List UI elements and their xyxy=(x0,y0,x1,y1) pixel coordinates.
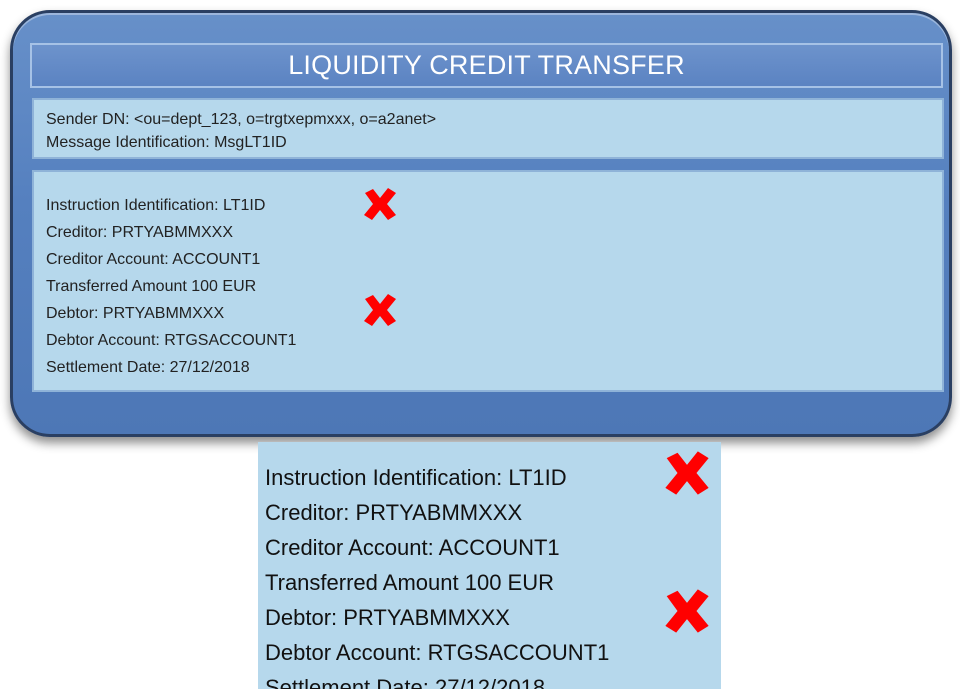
zoomed-body-panel: Instruction Identification: LT1ID Credit… xyxy=(258,442,721,689)
zoom-debtor-line: Debtor: PRTYABMMXXX xyxy=(265,605,510,630)
message-title: LIQUIDITY CREDIT TRANSFER xyxy=(30,43,943,88)
zoom-amount-line: Transferred Amount 100 EUR xyxy=(265,570,554,595)
red-cross-icon xyxy=(665,451,709,495)
instruction-id-line: Instruction Identification: LT1ID xyxy=(46,197,266,214)
zoom-instruction-id-line: Instruction Identification: LT1ID xyxy=(265,465,567,490)
message-header-panel: Sender DN: <ou=dept_123, o=trgtxepmxxx, … xyxy=(32,98,944,159)
sender-dn-line: Sender DN: <ou=dept_123, o=trgtxepmxxx, … xyxy=(46,111,437,128)
red-cross-icon xyxy=(665,589,709,633)
red-cross-icon xyxy=(364,294,396,326)
zoom-settlement-date-line: Settlement Date: 27/12/2018 xyxy=(265,675,546,689)
red-cross-icon xyxy=(364,188,396,220)
zoom-debtor-account-line: Debtor Account: RTGSACCOUNT1 xyxy=(265,640,610,665)
amount-line: Transferred Amount 100 EUR xyxy=(46,278,257,295)
zoom-creditor-account-line: Creditor Account: ACCOUNT1 xyxy=(265,535,560,560)
debtor-line: Debtor: PRTYABMMXXX xyxy=(46,305,225,322)
creditor-account-line: Creditor Account: ACCOUNT1 xyxy=(46,251,261,268)
zoom-creditor-line: Creditor: PRTYABMMXXX xyxy=(265,500,523,525)
debtor-account-line: Debtor Account: RTGSACCOUNT1 xyxy=(46,332,297,349)
message-id-line: Message Identification: MsgLT1ID xyxy=(46,134,287,151)
settlement-date-line: Settlement Date: 27/12/2018 xyxy=(46,359,250,376)
message-body-panel: Instruction Identification: LT1ID Credit… xyxy=(32,170,944,392)
creditor-line: Creditor: PRTYABMMXXX xyxy=(46,224,234,241)
diagram-canvas: LIQUIDITY CREDIT TRANSFER Sender DN: <ou… xyxy=(0,0,960,689)
